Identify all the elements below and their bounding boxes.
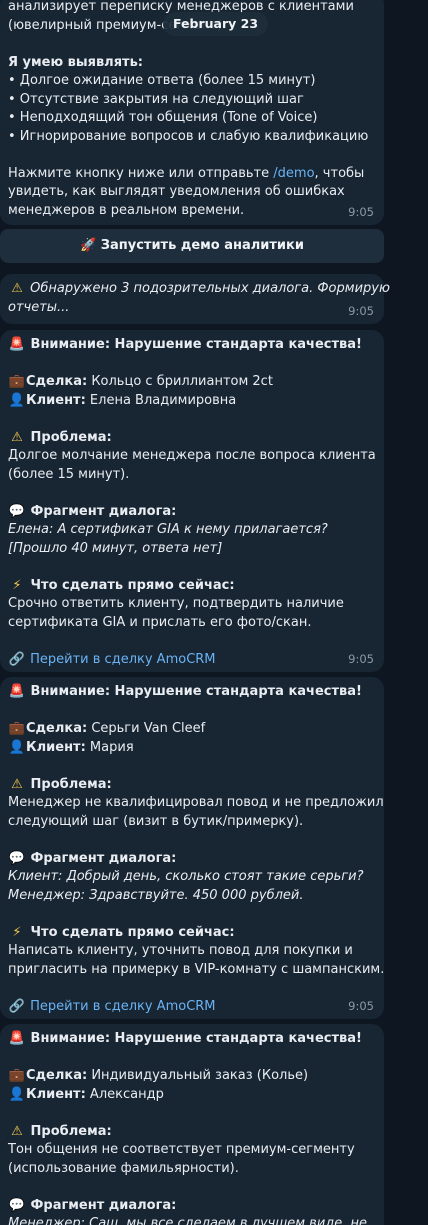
action-label: ⚡ Что сделать прямо сейчас: [8, 924, 376, 943]
warning-icon: ⚠ [11, 429, 23, 445]
action-text: Срочно ответить клиенту, подтвердить нал… [8, 596, 344, 611]
problem-text: Долгое молчание менеджера после вопроса … [8, 448, 376, 463]
warning-icon: ⚠ [11, 281, 23, 296]
lightning-icon: ⚡ [12, 924, 22, 940]
message-time: 9:05 [348, 651, 374, 666]
status-line-1: ⚠ Обнаружено 3 подозрительных диалога. Ф… [8, 280, 390, 299]
person-icon: 👤 [8, 739, 26, 755]
problem-text: Менеджер не квалифицировал повод и не пр… [8, 795, 384, 810]
fragment-label: 💬 Фрагмент диалога: [8, 850, 376, 869]
warning-icon: ⚠ [11, 1123, 23, 1139]
fragment-text: [Прошло 40 минут, ответа нет] [8, 540, 223, 556]
crm-link[interactable]: 🔗 Перейти в сделку AmoCRM [8, 998, 376, 1017]
action-text: пригласить на примерку в VIP-комнату с ш… [8, 961, 385, 977]
action-label: ⚡ Что сделать прямо сейчас: [8, 577, 376, 596]
action-text: сертификата GIA и прислать его фото/скан… [8, 614, 312, 630]
start-demo-button[interactable]: 🚀 Запустить демо аналитики [0, 229, 384, 263]
skill-item: • Долгое ожидание ответа (более 15 минут… [8, 73, 316, 88]
warning-icon: ⚠ [11, 776, 23, 792]
briefcase-icon: 💼 [8, 374, 26, 389]
message-time: 9:05 [348, 998, 374, 1013]
alert-title: 🚨 Внимание: Нарушение стандарта качества… [8, 336, 376, 355]
fragment-label: 💬 Фрагмент диалога: [8, 503, 376, 522]
lightning-icon: ⚡ [12, 577, 22, 593]
status-message: ⚠ Обнаружено 3 подозрительных диалога. Ф… [0, 274, 390, 324]
deal-line: 💼Сделка: Индивидуальный заказ (Колье) [8, 1067, 376, 1086]
start-demo-label: Запустить демо аналитики [100, 238, 304, 253]
message-time: 9:05 [348, 303, 374, 318]
fragment-text: Менеджер: Саш, мы все сделаем в лучшем в… [8, 1216, 368, 1225]
briefcase-icon: 💼 [8, 721, 26, 736]
problem-text: (более 15 минут). [8, 466, 130, 482]
skills-title: Я умею выявлять: [8, 54, 143, 70]
link-icon: 🔗 [8, 651, 26, 667]
date-separator: February 23 [163, 12, 269, 36]
siren-icon: 🚨 [8, 337, 26, 352]
problem-text: следующий шаг (визит в бутик/примерку). [8, 813, 304, 829]
fragment-text: Елена: А сертификат GIA к нему прилагает… [8, 522, 328, 537]
action-text: Написать клиенту, уточнить повод для пок… [8, 943, 353, 958]
client-line: 👤Клиент: Мария [8, 739, 376, 758]
cta-line-3: менеджеров в реальном времени. [8, 202, 245, 218]
message-time: 9:05 [348, 204, 374, 219]
client-line: 👤Клиент: Александр [8, 1086, 376, 1105]
briefcase-icon: 💼 [8, 1068, 26, 1083]
demo-command-link[interactable]: /demo [273, 166, 314, 181]
fragment-text: Клиент: Добрый день, сколько стоят такие… [8, 869, 364, 884]
problem-text: Тон общения не соответствует премиум-сег… [8, 1142, 355, 1157]
deal-line: 💼Сделка: Кольцо с бриллиантом 2ct [8, 373, 376, 392]
skill-item: • Игнорирование вопросов и слабую квалиф… [8, 128, 369, 144]
alert-message: 🚨 Внимание: Нарушение стандарта качества… [0, 330, 384, 672]
speech-bubble-icon: 💬 [8, 1197, 26, 1213]
status-line-2: отчеты... [8, 299, 70, 315]
fragment-label: 💬 Фрагмент диалога: [8, 1197, 376, 1216]
problem-label: ⚠ Проблема: [8, 429, 376, 448]
speech-bubble-icon: 💬 [8, 503, 26, 519]
person-icon: 👤 [8, 392, 26, 408]
deal-line: 💼Сделка: Серьги Van Cleef [8, 720, 376, 739]
siren-icon: 🚨 [8, 1031, 26, 1046]
problem-label: ⚠ Проблема: [8, 776, 376, 795]
problem-text: (использование фамильярности). [8, 1160, 239, 1176]
alert-title: 🚨 Внимание: Нарушение стандарта качества… [8, 683, 376, 702]
alert-message: 🚨 Внимание: Нарушение стандарта качества… [0, 1024, 384, 1225]
skill-item: • Отсутствие закрытия на следующий шаг [8, 91, 304, 107]
speech-bubble-icon: 💬 [8, 850, 26, 866]
person-icon: 👤 [8, 1086, 26, 1102]
link-icon: 🔗 [8, 998, 26, 1014]
client-line: 👤Клиент: Елена Владимировна [8, 392, 376, 411]
siren-icon: 🚨 [8, 684, 26, 699]
skill-item: • Неподходящий тон общения (Tone of Voic… [8, 110, 318, 125]
cta-line-1: Нажмите кнопку ниже или отправьте /demo,… [8, 165, 365, 181]
crm-link[interactable]: 🔗 Перейти в сделку AmoCRM [8, 651, 376, 670]
rocket-icon: 🚀 [80, 238, 97, 253]
alert-title: 🚨 Внимание: Нарушение стандарта качества… [8, 1030, 376, 1049]
fragment-text: Менеджер: Здравствуйте. 450 000 рублей. [8, 887, 304, 903]
alert-message: 🚨 Внимание: Нарушение стандарта качества… [0, 677, 384, 1019]
cta-line-2: увидеть, как выглядят уведомления об оши… [8, 184, 345, 199]
problem-label: ⚠ Проблема: [8, 1123, 376, 1142]
